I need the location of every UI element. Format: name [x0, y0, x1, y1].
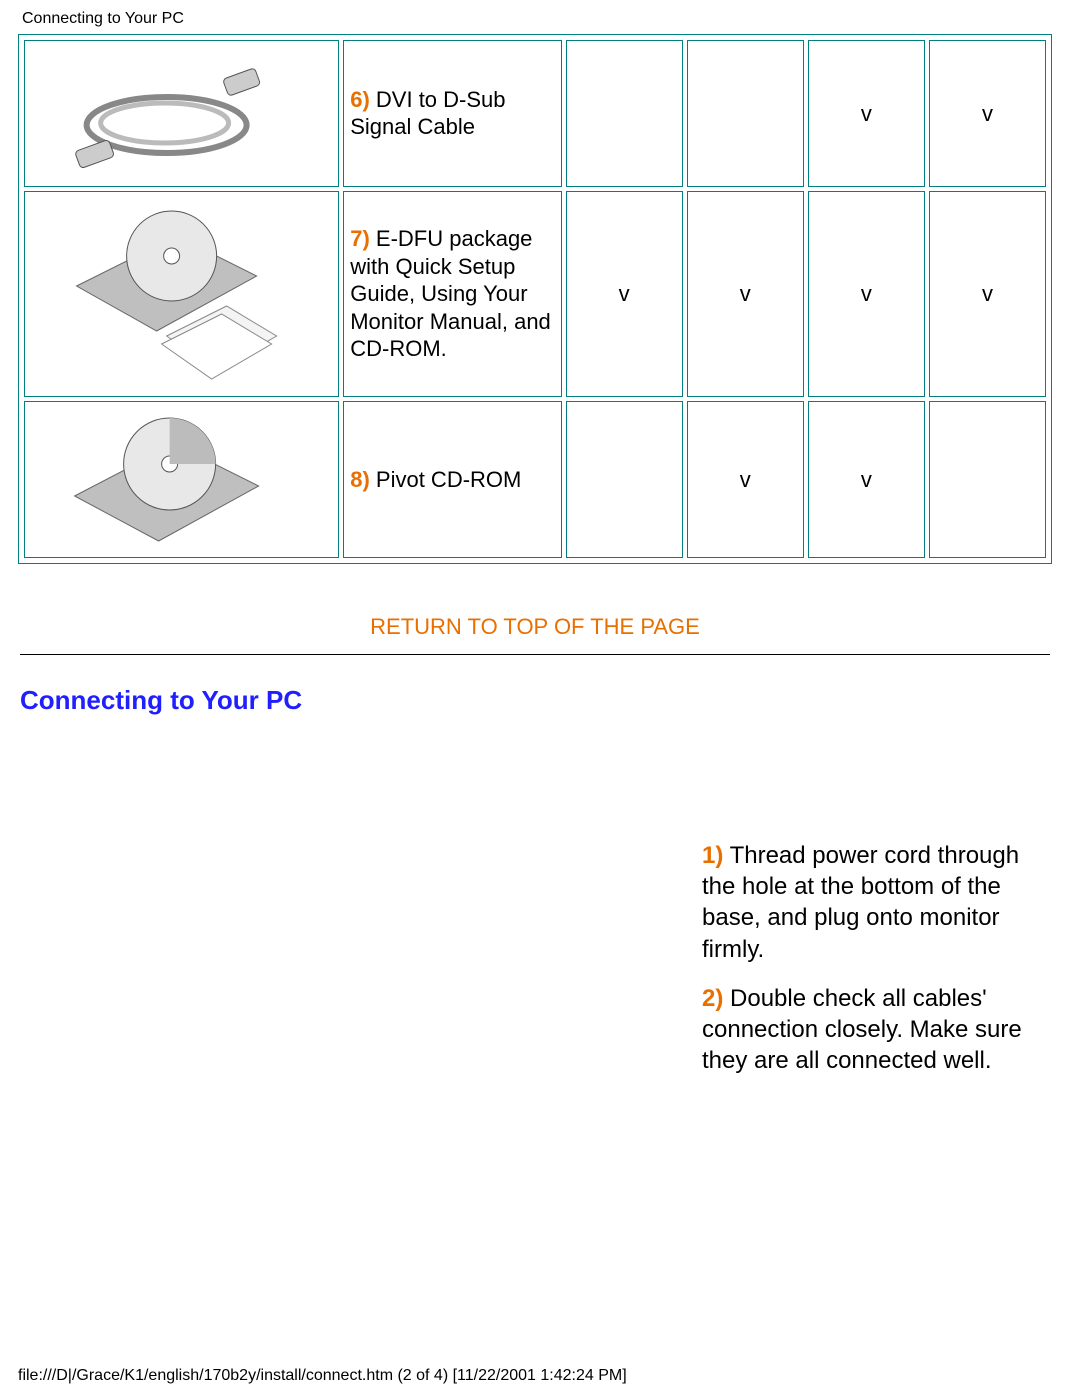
check-cell: [929, 401, 1046, 558]
page-header: Connecting to Your PC: [22, 10, 1052, 28]
item-number: 6): [350, 87, 370, 112]
accessories-table: 6) DVI to D-Sub Signal Cable v v: [20, 36, 1050, 562]
check-cell: [687, 40, 804, 187]
check-cell: v: [687, 401, 804, 558]
cdrom-illustration: [29, 406, 334, 546]
package-illustration: [29, 196, 334, 386]
check-cell: v: [808, 191, 925, 398]
item-text: DVI to D-Sub Signal Cable: [350, 87, 505, 140]
return-to-top-link[interactable]: RETURN TO TOP OF THE PAGE: [18, 614, 1052, 640]
section-heading: Connecting to Your PC: [20, 685, 1052, 716]
item-image: [24, 401, 339, 558]
item-text: E-DFU package with Quick Setup Guide, Us…: [350, 226, 551, 361]
table-row: 8) Pivot CD-ROM v v: [24, 401, 1046, 558]
section-divider: [20, 654, 1050, 655]
check-cell: v: [808, 40, 925, 187]
check-cell: v: [808, 401, 925, 558]
step-text: Thread power cord through the hole at th…: [702, 842, 1019, 963]
step-item: 2) Double check all cables' connection c…: [702, 983, 1032, 1077]
item-description: 7) E-DFU package with Quick Setup Guide,…: [343, 191, 561, 398]
step-number: 2): [702, 985, 723, 1012]
step-item: 1) Thread power cord through the hole at…: [702, 840, 1032, 965]
item-number: 7): [350, 226, 370, 251]
check-cell: [566, 40, 683, 187]
item-number: 8): [350, 467, 370, 492]
check-cell: v: [929, 191, 1046, 398]
step-number: 1): [702, 842, 723, 869]
cable-illustration: [29, 45, 334, 175]
check-cell: v: [687, 191, 804, 398]
item-description: 8) Pivot CD-ROM: [343, 401, 561, 558]
steps-block: 1) Thread power cord through the hole at…: [702, 840, 1032, 1094]
check-cell: [566, 401, 683, 558]
table-row: 7) E-DFU package with Quick Setup Guide,…: [24, 191, 1046, 398]
item-text: Pivot CD-ROM: [370, 467, 522, 492]
item-image: [24, 40, 339, 187]
table-row: 6) DVI to D-Sub Signal Cable v v: [24, 40, 1046, 187]
check-cell: v: [566, 191, 683, 398]
accessories-table-wrap: 6) DVI to D-Sub Signal Cable v v: [18, 34, 1052, 564]
item-image: [24, 191, 339, 398]
item-description: 6) DVI to D-Sub Signal Cable: [343, 40, 561, 187]
step-text: Double check all cables' connection clos…: [702, 985, 1022, 1074]
page-footer: file:///D|/Grace/K1/english/170b2y/insta…: [18, 1367, 627, 1385]
check-cell: v: [929, 40, 1046, 187]
